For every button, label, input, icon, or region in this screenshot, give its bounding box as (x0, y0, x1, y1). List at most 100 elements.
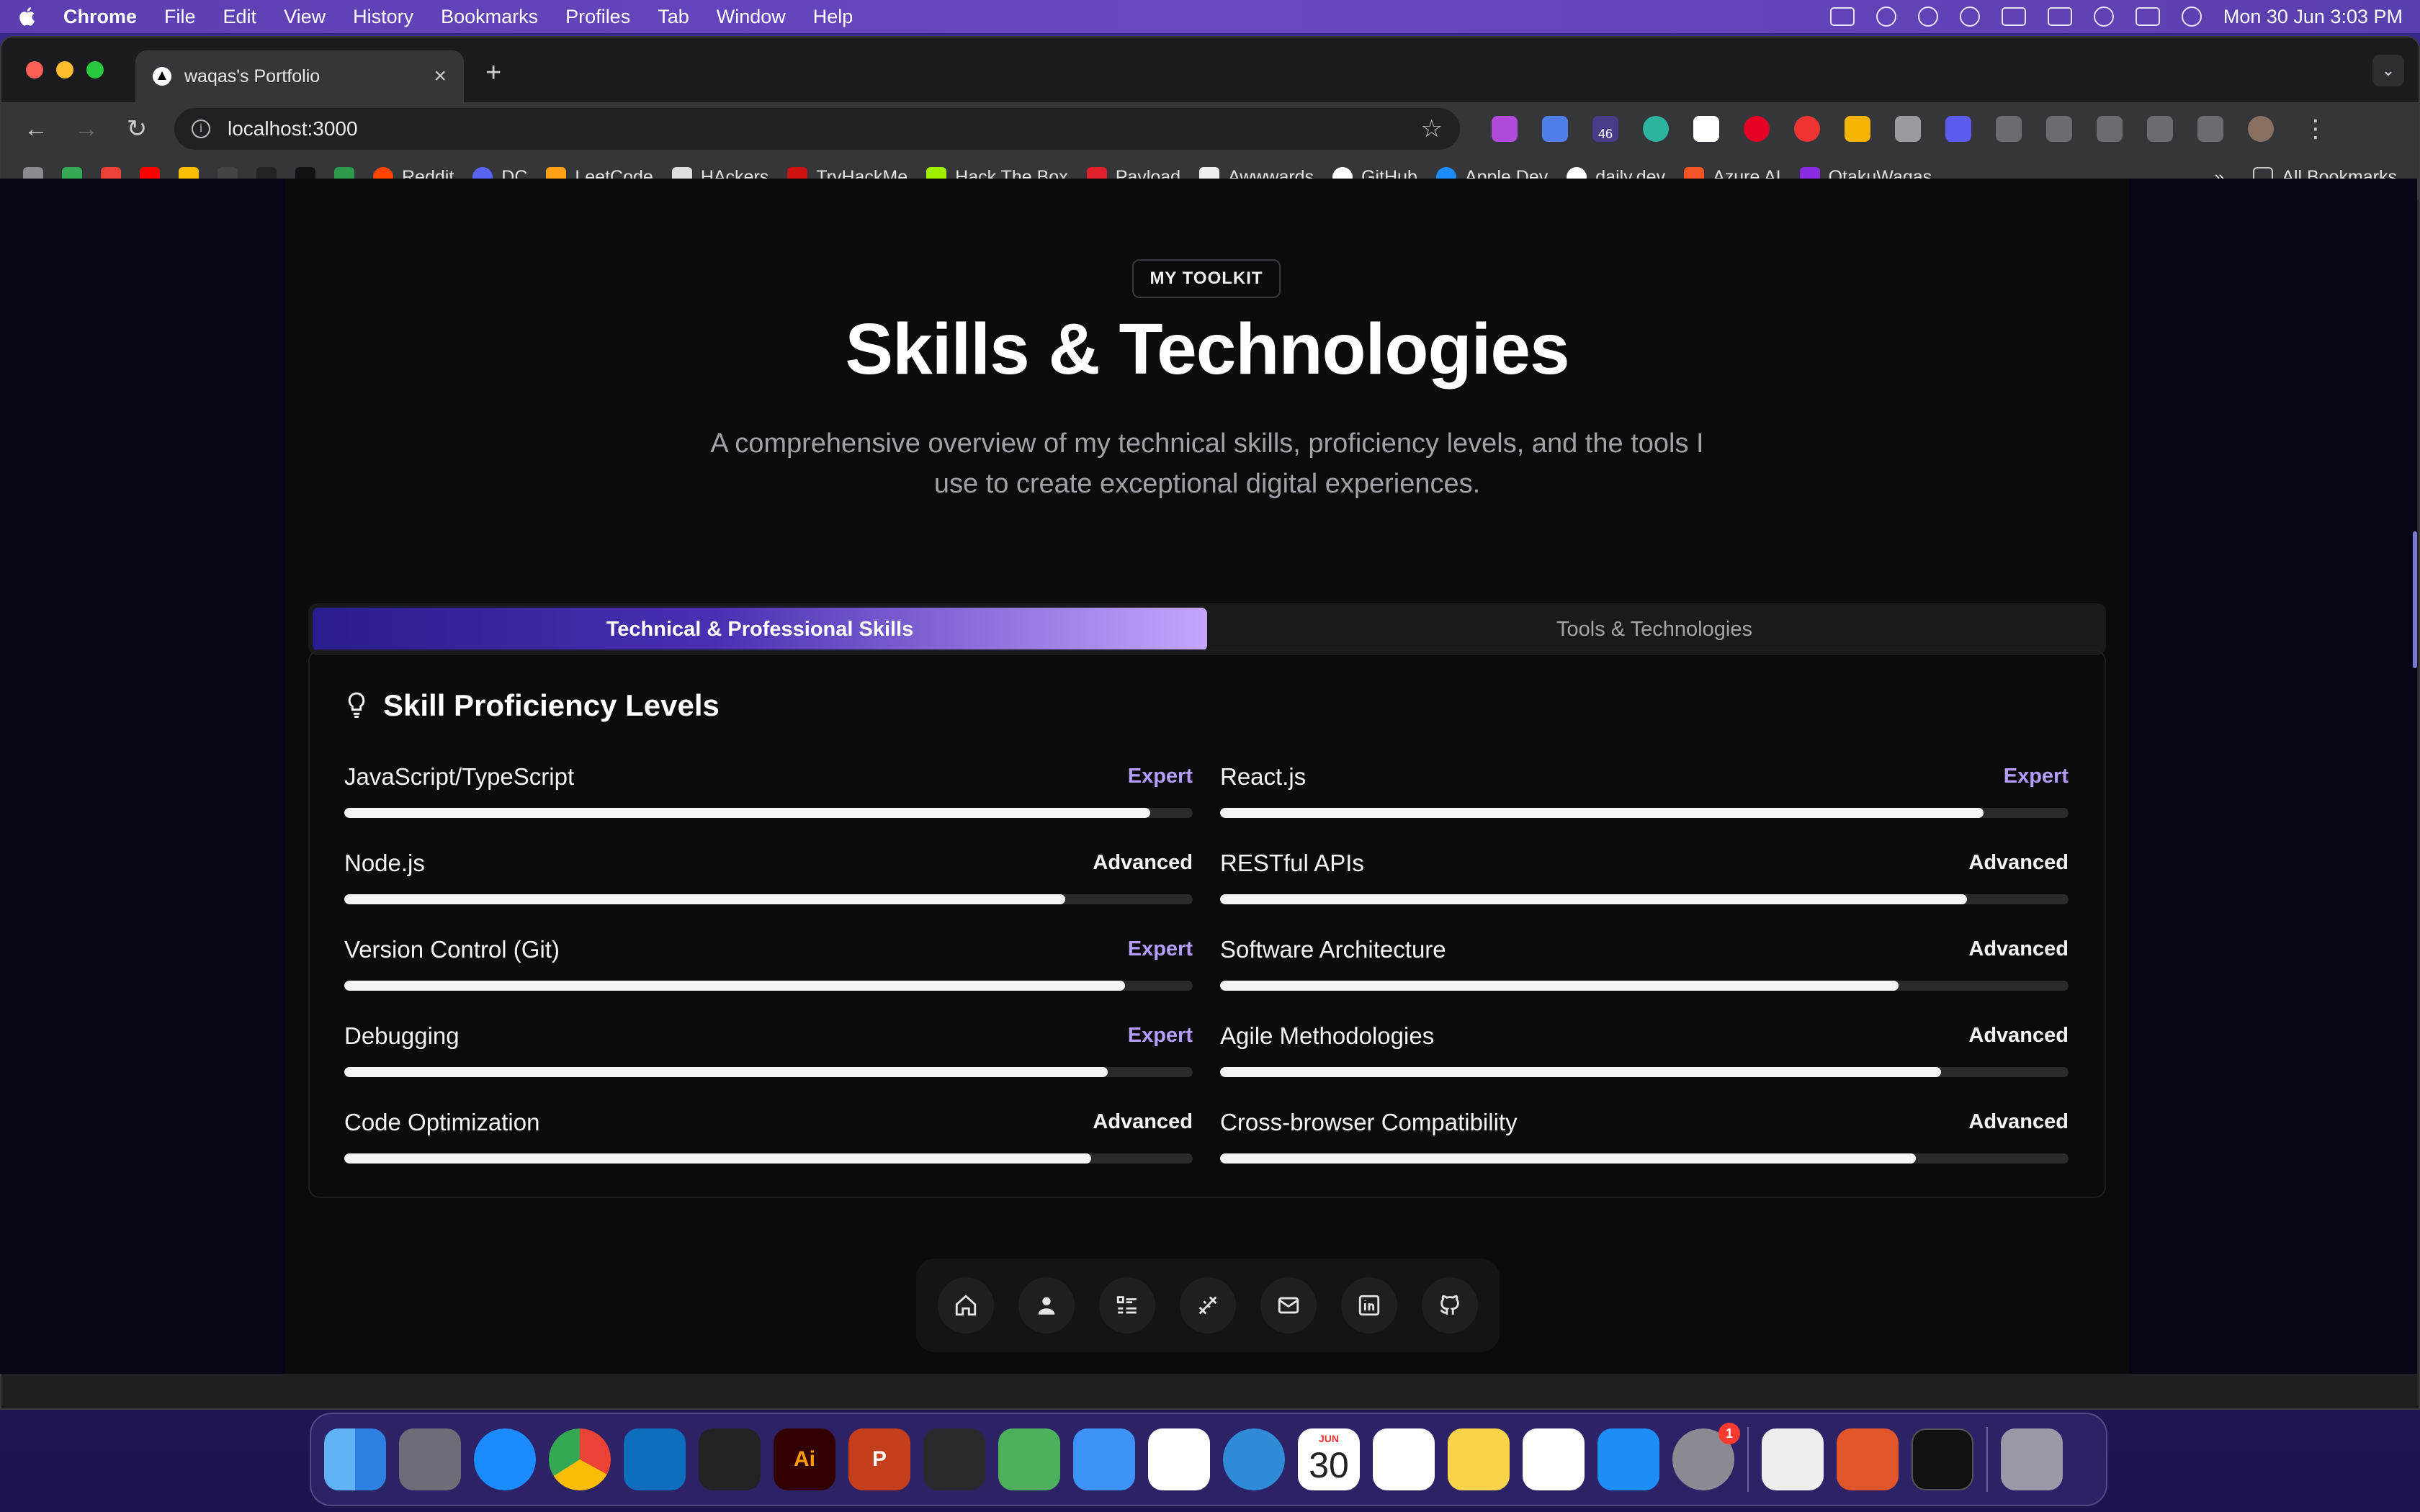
skill-row: Code Optimization Advanced (344, 1109, 1193, 1166)
close-window-button[interactable] (26, 61, 43, 78)
illustrator-icon[interactable]: Ai (774, 1428, 835, 1490)
cloud-icon[interactable] (1876, 6, 1896, 27)
menu-clock[interactable]: Mon 30 Jun 3:03 PM (2223, 6, 2403, 28)
incognito-icon[interactable] (2046, 116, 2072, 142)
settings-notification-badge: 1 (1718, 1423, 1740, 1444)
github-icon[interactable] (1422, 1277, 1478, 1333)
menu-view[interactable]: View (284, 6, 326, 28)
new-tab-button[interactable]: + (485, 58, 501, 89)
skill-progress-track (1220, 1153, 2069, 1164)
finder-icon[interactable] (324, 1428, 386, 1490)
menu-profiles[interactable]: Profiles (565, 6, 630, 28)
page-subtitle: A comprehensive overview of my technical… (710, 428, 1704, 499)
menu-history[interactable]: History (353, 6, 413, 28)
home-icon[interactable] (938, 1277, 994, 1333)
menu-tab[interactable]: Tab (658, 6, 689, 28)
address-bar[interactable]: i localhost:3000 ☆ (174, 108, 1460, 150)
menu-app-name[interactable]: Chrome (63, 6, 137, 28)
zoom-window-button[interactable] (86, 61, 104, 78)
menu-file[interactable]: File (164, 6, 196, 28)
control-center-icon[interactable] (2135, 7, 2160, 26)
script-editor-icon[interactable] (1762, 1428, 1824, 1490)
dock-separator (1986, 1427, 1988, 1492)
apple-icon[interactable] (17, 6, 39, 27)
skill-progress-track (1220, 894, 2069, 904)
display-icon[interactable] (1829, 7, 1855, 26)
list-icon[interactable] (1099, 1277, 1155, 1333)
reminders-icon[interactable] (1373, 1428, 1435, 1490)
extension-icon-2[interactable] (1542, 116, 1568, 142)
siri-icon[interactable] (2181, 6, 2202, 27)
browser-tab-active[interactable]: waqas's Portfolio × (135, 50, 464, 102)
notes-icon[interactable] (1448, 1428, 1510, 1490)
mail-icon[interactable] (1260, 1277, 1317, 1333)
tools-icon[interactable] (1180, 1277, 1236, 1333)
minimize-window-button[interactable] (56, 61, 73, 78)
tab-search-chevron-icon[interactable]: ⌄ (2372, 55, 2404, 86)
window-controls (26, 61, 104, 78)
menu-bookmarks[interactable]: Bookmarks (441, 6, 538, 28)
back-arrow-icon[interactable]: ← (19, 115, 53, 143)
app-store-icon[interactable] (1597, 1428, 1659, 1490)
maps-icon[interactable] (998, 1428, 1060, 1490)
claude-icon[interactable] (1837, 1428, 1899, 1490)
linkedin-icon[interactable] (1341, 1277, 1397, 1333)
eyedropper-icon[interactable] (1895, 116, 1921, 142)
site-info-icon[interactable]: i (192, 120, 210, 138)
profile-avatar[interactable] (2248, 116, 2274, 142)
menu-help[interactable]: Help (813, 6, 853, 28)
extension-icon-4[interactable] (1643, 116, 1669, 142)
photos-icon[interactable] (1148, 1428, 1210, 1490)
translate-icon[interactable] (2147, 116, 2173, 142)
safari-icon[interactable] (474, 1428, 536, 1490)
page-scrollbar[interactable] (2413, 531, 2417, 668)
vscode-icon[interactable] (624, 1428, 686, 1490)
bluetooth-icon[interactable] (1917, 6, 1938, 27)
extension-badge-icon[interactable]: 46 (1592, 116, 1618, 142)
menu-bar: Chrome File Edit View History Bookmarks … (0, 0, 2420, 33)
extension-icon-1[interactable] (1492, 116, 1518, 142)
chrome-icon[interactable] (549, 1428, 611, 1490)
user-icon[interactable] (1018, 1277, 1075, 1333)
forward-arrow-icon[interactable]: → (69, 115, 104, 143)
activity-monitor-icon[interactable] (1912, 1428, 1973, 1490)
quicktime-icon[interactable] (1223, 1428, 1285, 1490)
pinterest-icon[interactable] (1744, 116, 1770, 142)
skills-section: MY TOOLKIT Skills & Technologies A compr… (285, 179, 2129, 1374)
search-icon[interactable] (2093, 6, 2114, 27)
download-icon[interactable] (2197, 116, 2223, 142)
skill-level: Expert (1127, 1024, 1193, 1047)
menu-kebab-icon[interactable]: ⋮ (2298, 114, 2333, 143)
powerpoint-icon[interactable]: P (848, 1428, 910, 1490)
google-drive-icon[interactable] (1845, 116, 1870, 142)
system-settings-icon[interactable]: 1 (1672, 1423, 1740, 1490)
launchpad-icon[interactable] (399, 1428, 461, 1490)
pokeball-icon[interactable] (1794, 116, 1820, 142)
tab-strip: waqas's Portfolio × + ⌄ (1, 37, 2419, 102)
reload-icon[interactable]: ↻ (120, 114, 154, 143)
tab-technical-skills[interactable]: Technical & Professional Skills (313, 608, 1207, 651)
battery-icon[interactable] (2047, 7, 2072, 26)
skill-progress-track (344, 894, 1193, 904)
code-icon[interactable] (2097, 116, 2123, 142)
tab-tools-technologies[interactable]: Tools & Technologies (1207, 608, 2102, 651)
unity-icon[interactable] (699, 1428, 761, 1490)
menu-window[interactable]: Window (717, 6, 786, 28)
trash-icon[interactable] (2001, 1428, 2063, 1490)
freeform-icon[interactable] (1523, 1428, 1585, 1490)
skill-progress-fill (1220, 808, 1984, 818)
wifi-icon[interactable] (1959, 6, 1980, 27)
url-text[interactable]: localhost:3000 (228, 117, 358, 140)
extension-icon-5[interactable] (1693, 116, 1719, 142)
blender-icon[interactable] (923, 1428, 985, 1490)
extensions-puzzle-icon[interactable] (1996, 116, 2022, 142)
menu-edit[interactable]: Edit (223, 6, 257, 28)
bookmark-star-icon[interactable]: ☆ (1421, 114, 1443, 143)
mail-app-icon[interactable] (1073, 1428, 1135, 1490)
extension-icon-d[interactable] (1945, 116, 1971, 142)
close-tab-icon[interactable]: × (434, 64, 447, 89)
extensions-area: 46 ⋮ (1492, 114, 2333, 143)
keyboard-icon[interactable] (2001, 7, 2026, 26)
tab-title: waqas's Portfolio (184, 66, 321, 86)
calendar-icon[interactable]: JUN 30 (1298, 1428, 1360, 1490)
